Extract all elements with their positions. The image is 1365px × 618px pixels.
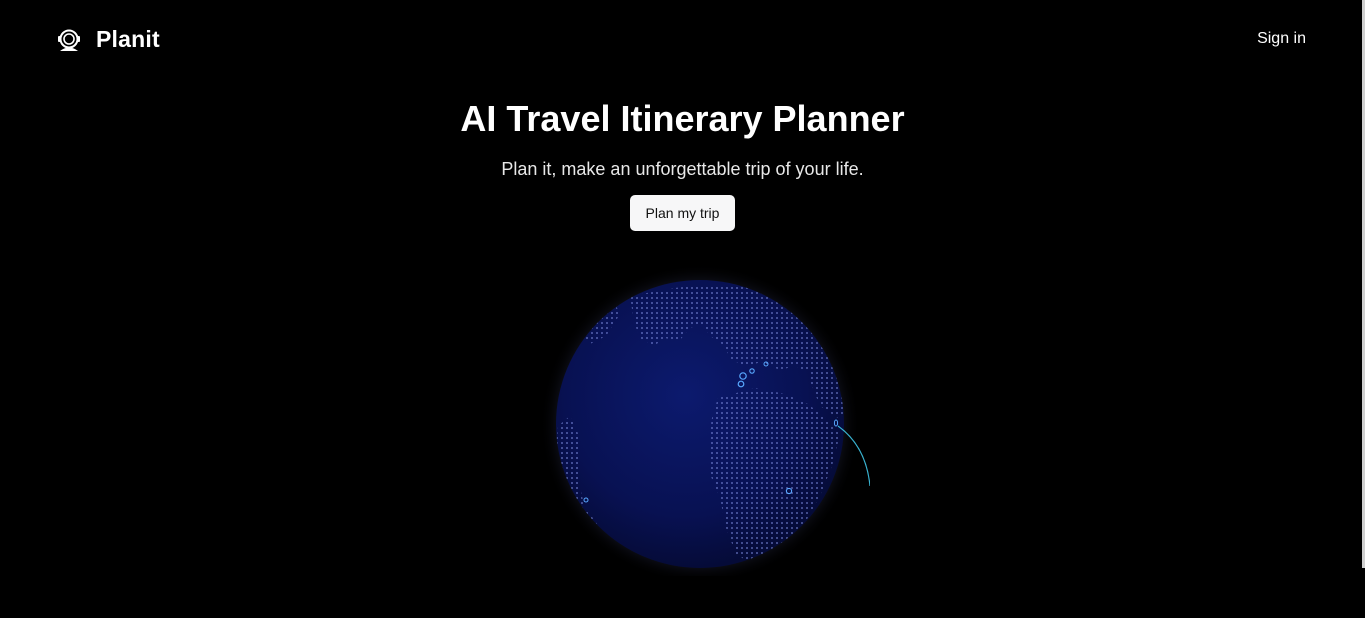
sign-in-link[interactable]: Sign in bbox=[1257, 30, 1306, 48]
page-title: AI Travel Itinerary Planner bbox=[460, 98, 905, 139]
landing-page: Planit Sign in AI Travel Itinerary Plann… bbox=[0, 0, 1365, 618]
globe-icon bbox=[540, 264, 871, 584]
brand-name: Planit bbox=[96, 26, 160, 52]
hero-section: AI Travel Itinerary Planner Plan it, mak… bbox=[0, 96, 1365, 231]
brand-logo-link[interactable]: Planit bbox=[56, 26, 160, 53]
navbar: Planit Sign in bbox=[0, 0, 1362, 80]
plan-my-trip-button[interactable]: Plan my trip bbox=[629, 195, 736, 231]
astronaut-helmet-icon bbox=[56, 27, 82, 53]
hero-subtitle: Plan it, make an unforgettable trip of y… bbox=[501, 159, 864, 179]
globe-visual[interactable] bbox=[540, 264, 871, 584]
